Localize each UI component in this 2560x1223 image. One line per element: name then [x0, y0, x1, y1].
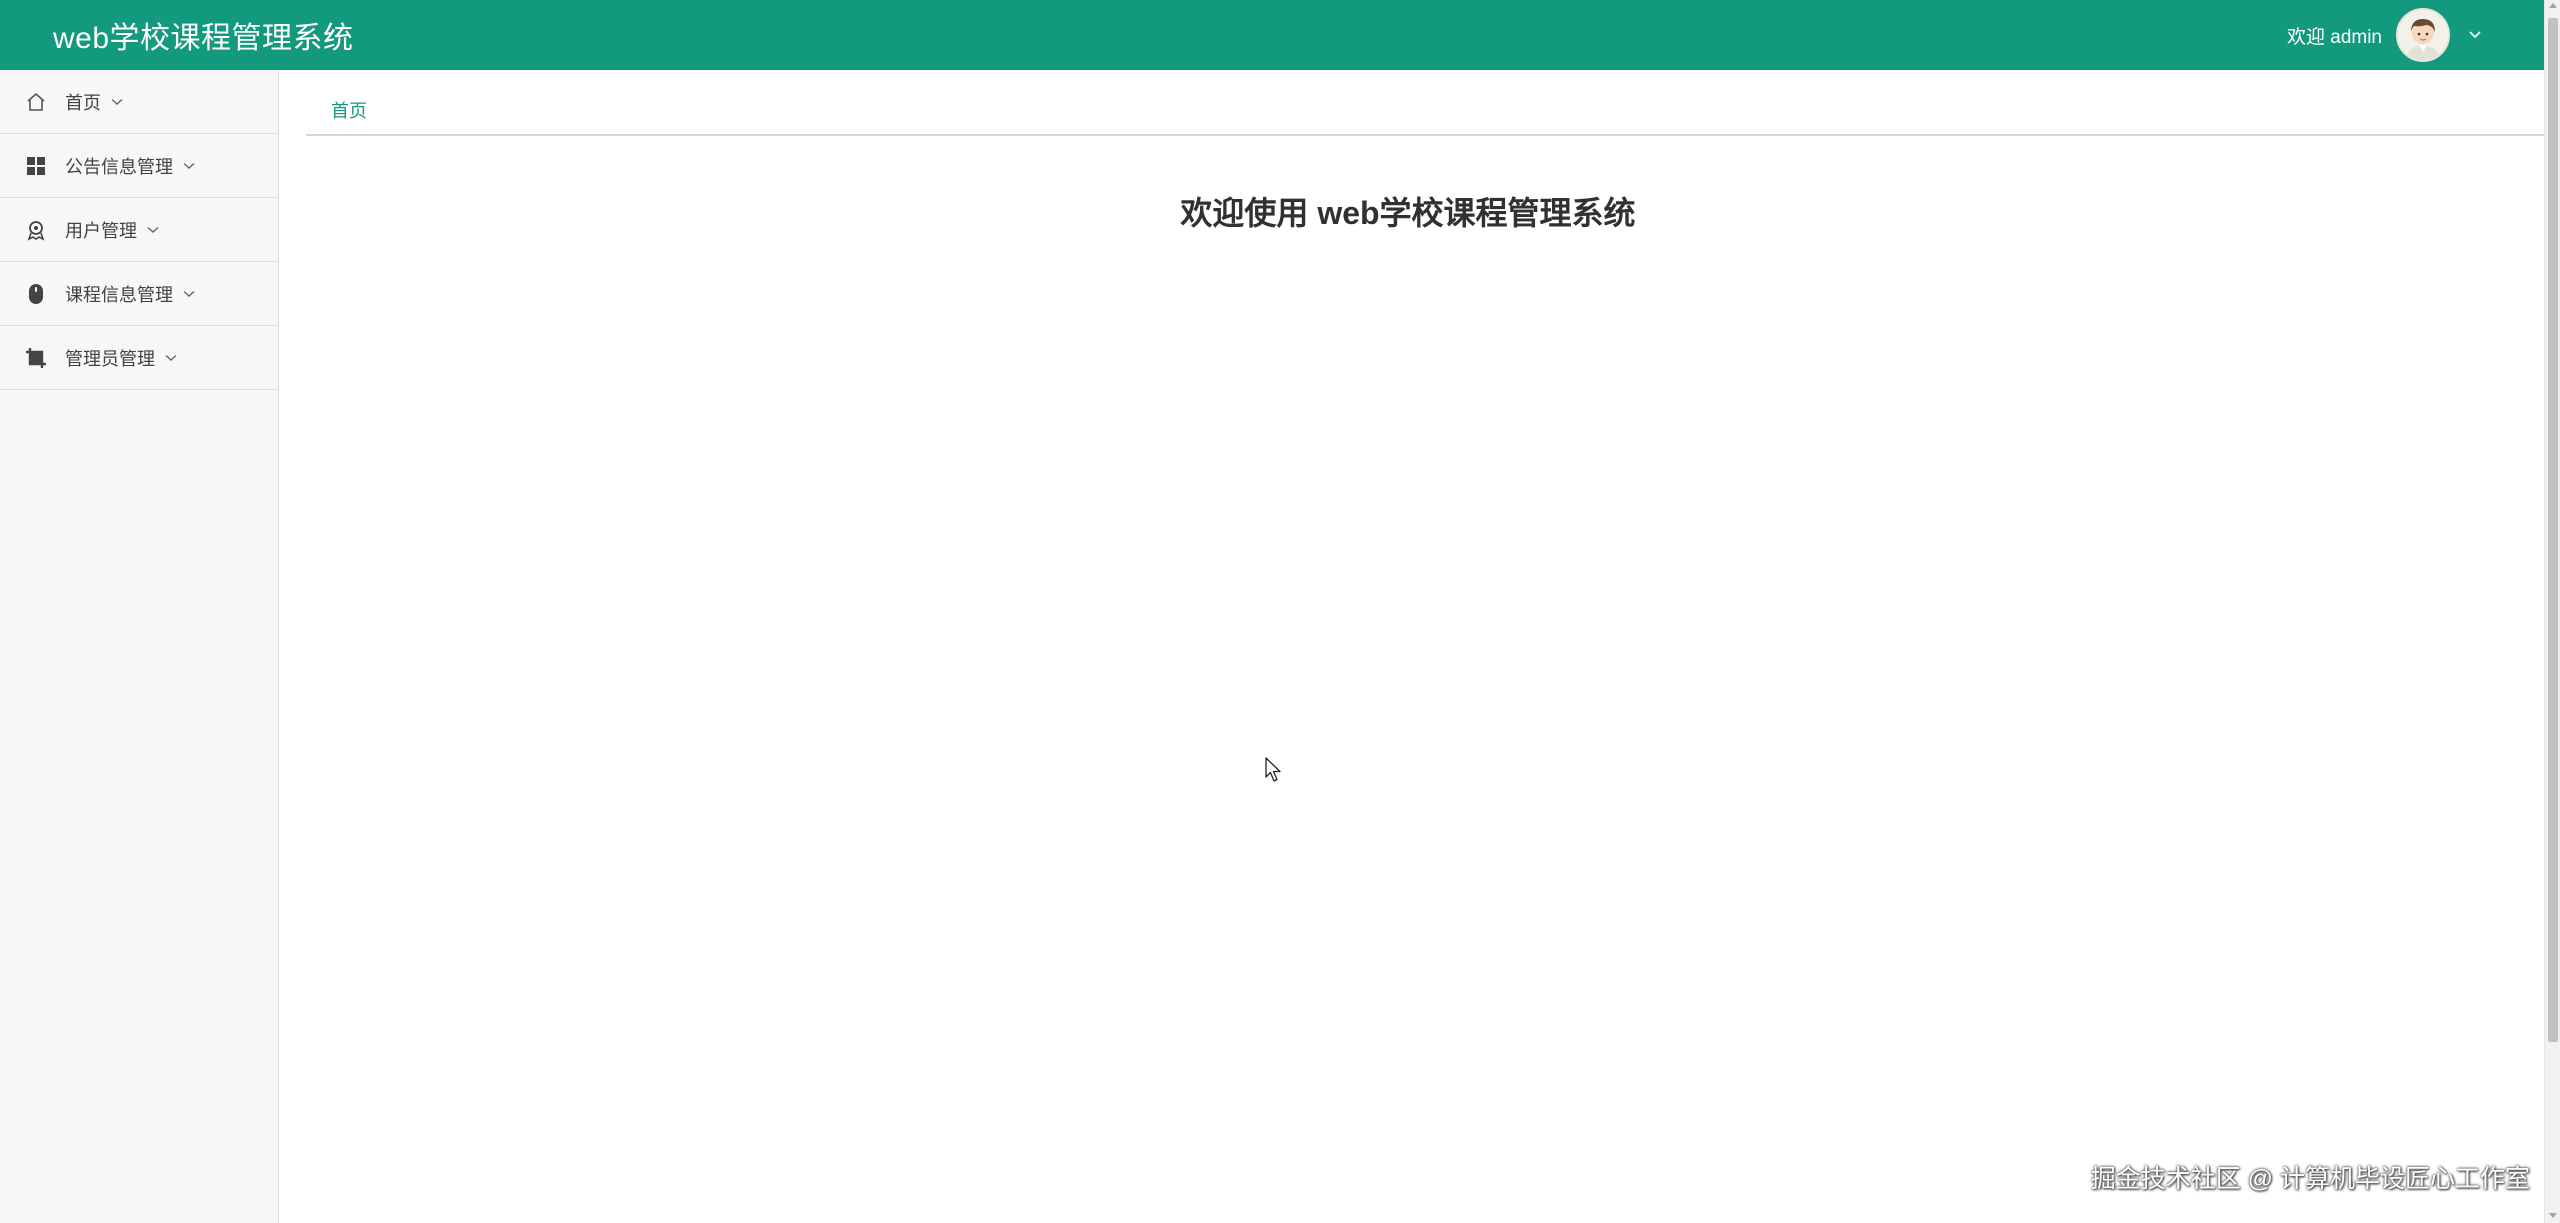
- scroll-down-arrow-icon[interactable]: [2549, 1213, 2557, 1218]
- top-header: web学校课程管理系统 欢迎 admin: [0, 0, 2544, 70]
- chevron-down-icon: [183, 290, 195, 298]
- breadcrumb: 首页: [306, 86, 2544, 136]
- user-badge-icon: [25, 219, 47, 241]
- sidebar-item-label: 公告信息管理: [65, 156, 173, 177]
- chevron-down-icon: [165, 354, 177, 362]
- user-avatar-icon[interactable]: [2396, 8, 2450, 62]
- scroll-up-arrow-icon[interactable]: [2549, 3, 2557, 8]
- chevron-down-icon: [111, 98, 123, 106]
- sidebar-item-courses[interactable]: 课程信息管理: [0, 262, 278, 326]
- chevron-down-icon: [183, 162, 195, 170]
- sidebar-item-users[interactable]: 用户管理: [0, 198, 278, 262]
- sidebar-item-admins[interactable]: 管理员管理: [0, 326, 278, 390]
- mouse-pointer-icon: [1265, 757, 1283, 788]
- sidebar-menu: 首页 公告信息管理 用户管理 课程信息管理 管理员管理: [0, 70, 279, 1223]
- sidebar-item-home[interactable]: 首页: [0, 70, 278, 134]
- watermark-text: 掘金技术社区 @ 计算机毕设匠心工作室: [2090, 1165, 2530, 1193]
- sidebar-item-announcements[interactable]: 公告信息管理: [0, 134, 278, 198]
- vertical-scrollbar[interactable]: [2544, 0, 2560, 1223]
- sidebar-item-label: 课程信息管理: [65, 284, 173, 305]
- welcome-heading: 欢迎使用 web学校课程管理系统: [1180, 195, 1636, 231]
- home-icon: [25, 91, 47, 113]
- user-menu[interactable]: 欢迎 admin: [2287, 0, 2482, 70]
- sidebar-item-label: 用户管理: [65, 220, 137, 241]
- welcome-user-text: 欢迎 admin: [2286, 26, 2382, 48]
- crop-icon: [25, 347, 47, 369]
- chevron-down-icon[interactable]: [2468, 30, 2482, 40]
- mouse-icon: [25, 283, 47, 305]
- grid-icon: [25, 155, 47, 177]
- scrollbar-thumb[interactable]: [2548, 18, 2558, 1042]
- sidebar-item-label: 首页: [65, 92, 101, 113]
- chevron-down-icon: [147, 226, 159, 234]
- sidebar-item-label: 管理员管理: [65, 348, 155, 369]
- breadcrumb-home-link[interactable]: 首页: [331, 97, 367, 123]
- app-title: web学校课程管理系统: [53, 22, 354, 55]
